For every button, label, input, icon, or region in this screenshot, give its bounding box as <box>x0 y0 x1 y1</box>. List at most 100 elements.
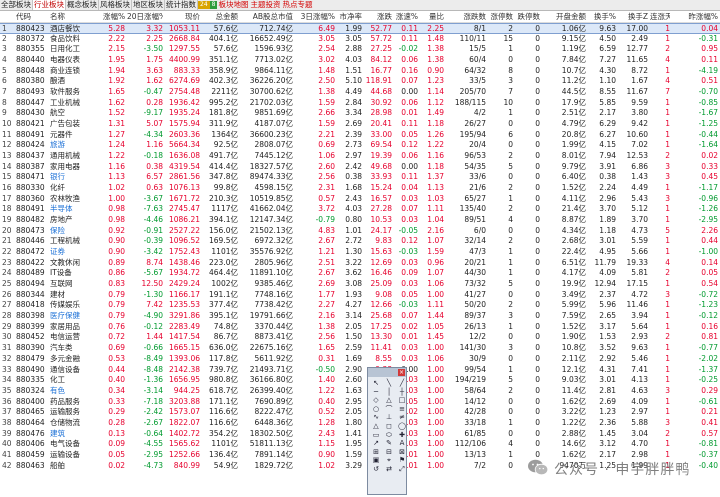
table-row[interactable]: 18 880491 半导体 0.98 -7.63 2745.47 1117亿 41662.04… <box>0 204 720 215</box>
table-row[interactable]: 34 880335 化工 0.40 -1.36 1656.95 980.8亿 36166.80… <box>0 375 720 386</box>
sector-name[interactable]: 银行 <box>50 172 102 183</box>
sector-name[interactable]: 房地产 <box>50 215 102 226</box>
col-header-limit-down[interactable]: 跌停数 <box>515 11 541 22</box>
col-header-open-amount[interactable]: 开盘金额 <box>542 11 586 22</box>
col-header-adv-decl[interactable]: 涨跌数 <box>446 11 487 22</box>
sector-name[interactable]: 有色 <box>50 386 102 397</box>
draw-tool-icon[interactable]: ⊞ <box>370 448 382 457</box>
tab-link-2[interactable]: 热点专题 <box>281 0 313 10</box>
col-header-market-cap[interactable]: AB股总市值 <box>239 11 293 22</box>
draw-tool-icon[interactable]: ┼ <box>396 388 408 397</box>
draw-tool-icon[interactable]: ╲ <box>383 379 395 388</box>
table-row[interactable]: 38 880464 仓储物流 0.28 -2.67 1822.07 116.6亿 6448.3… <box>0 418 720 429</box>
table-row[interactable]: 23 880422 文教休闲 0.89 8.74 1438.46 223.0亿 2805.96… <box>0 258 720 269</box>
draw-tool-icon[interactable]: ≡ <box>396 405 408 414</box>
col-header-turnover[interactable]: 换手% <box>588 11 616 22</box>
sector-name[interactable]: 电气设备 <box>50 439 102 450</box>
drawing-toolbox[interactable]: × ↖ ╲ ╱ ─ │ ┼ ◇ △ □ ○ ⌒ ≡ ∿ ⊥ ≠ △ ◻ ◯ ▭ ⬭ ✚ ↗ ✎ A ⊞ ⊟ ⊠ ▣ ⌖ ⚑ ↺ ⇄ ⤢ <box>367 367 407 495</box>
col-header-change-3d[interactable]: 3日涨幅% <box>295 11 335 22</box>
sector-name[interactable]: 家用电器 <box>50 162 102 173</box>
sector-name[interactable]: 航空 <box>50 108 102 119</box>
table-row[interactable]: 27 880418 传媒娱乐 0.79 7.42 1235.53 377.4亿 7738.42… <box>0 300 720 311</box>
toolbox-close-icon[interactable]: × <box>398 369 405 376</box>
table-row[interactable]: 8 880447 工业机械 1.62 0.28 1936.42 995.2亿 21702.03… <box>0 98 720 109</box>
table-row[interactable]: 5 880448 商业连锁 1.94 3.63 883.33 358.9亿 9864.11亿 1… <box>0 66 720 77</box>
draw-tool-icon[interactable]: ↗ <box>370 439 382 448</box>
table-row[interactable]: 17 880360 农林牧渔 1.00 -3.67 1671.72 210.3亿 10519.… <box>0 194 720 205</box>
draw-tool-icon[interactable]: ◻ <box>383 422 395 431</box>
table-row[interactable]: 3 880355 日用化工 2.15 -3.50 1297.55 57.6亿 1596.93亿… <box>0 44 720 55</box>
table-row[interactable]: 11 880491 元器件 1.27 -4.34 2603.36 1364亿 36600.23… <box>0 130 720 141</box>
sector-name[interactable]: 互联网 <box>50 279 102 290</box>
table-row[interactable]: 24 880489 IT设备 0.86 -5.67 1934.72 464.4亿 11891.… <box>0 268 720 279</box>
draw-tool-icon[interactable]: ⌖ <box>383 456 395 465</box>
tab-2[interactable]: 概念板块 <box>66 0 99 10</box>
sector-name[interactable]: 食品饮料 <box>50 34 102 45</box>
col-header-limit-up[interactable]: 涨停数 <box>488 11 514 22</box>
draw-tool-icon[interactable]: △ <box>370 422 382 431</box>
table-row[interactable]: 16 880330 化纤 1.02 0.63 1076.13 99.8亿 4598.15亿 2.… <box>0 183 720 194</box>
draw-tool-icon[interactable]: ⌒ <box>383 405 395 414</box>
table-row[interactable]: 39 880476 建筑 0.13 -0.64 1402.72 354.2亿 18302.50… <box>0 429 720 440</box>
table-row[interactable]: 2 880372 食品饮料 2.22 2.25 2668.84 404.1亿 16652.49… <box>0 34 720 45</box>
sector-name[interactable]: 半导体 <box>50 204 102 215</box>
col-header-vol-ratio[interactable]: 量比 <box>419 11 444 22</box>
table-row[interactable]: 19 880482 房地产 0.98 -4.46 1086.21 394.1亿 12147.3… <box>0 215 720 226</box>
col-header-price[interactable]: 现价 <box>165 11 200 22</box>
sector-name[interactable]: 多元金融 <box>50 354 102 365</box>
table-row[interactable]: 26 880344 建材 0.79 -1.30 1166.17 191.1亿 7748.16亿… <box>0 290 720 301</box>
tab-link-1[interactable]: 主题投资 <box>249 0 281 10</box>
sector-name[interactable]: 船舶 <box>50 461 102 472</box>
col-header-name[interactable]: 名称 <box>50 11 102 22</box>
draw-tool-icon[interactable]: ⇄ <box>383 465 395 474</box>
sector-name[interactable]: 元器件 <box>50 130 102 141</box>
sector-name[interactable]: 工业机械 <box>50 98 102 109</box>
tab-3[interactable]: 风格板块 <box>99 0 132 10</box>
sector-name[interactable]: 运输服务 <box>50 407 102 418</box>
table-row[interactable]: 36 880400 药品服务 0.33 -7.18 3203.88 171.1亿 7690.8… <box>0 397 720 408</box>
draw-tool-icon[interactable]: ╱ <box>396 379 408 388</box>
sector-name[interactable]: 商业连锁 <box>50 66 102 77</box>
sector-name[interactable]: 酿酒 <box>50 76 102 87</box>
sector-name[interactable]: 广告包装 <box>50 119 102 130</box>
sector-name[interactable]: 旅游 <box>50 140 102 151</box>
table-row[interactable]: 32 880479 多元金融 0.53 -8.49 1393.06 117.8亿 5611.9… <box>0 354 720 365</box>
draw-tool-icon[interactable]: A <box>396 439 408 448</box>
sector-name[interactable]: IT设备 <box>50 268 102 279</box>
table-row[interactable]: 4 880440 电器仪表 1.95 1.75 4400.99 351.1亿 7713.02亿… <box>0 55 720 66</box>
table-row[interactable]: 7 880493 软件服务 1.65 -0.47 2754.48 2211亿 30700.62… <box>0 87 720 98</box>
draw-tool-icon[interactable]: ◯ <box>396 422 408 431</box>
draw-tool-icon[interactable]: ✎ <box>383 439 395 448</box>
table-row[interactable]: 33 880490 通信设备 0.44 -8.48 2142.38 739.7亿 21493.… <box>0 365 720 376</box>
draw-tool-icon[interactable]: ↺ <box>370 465 382 474</box>
sector-name[interactable]: 电器仪表 <box>50 55 102 66</box>
sector-name[interactable]: 保险 <box>50 226 102 237</box>
sector-name[interactable]: 建材 <box>50 290 102 301</box>
sector-name[interactable]: 建筑 <box>50 429 102 440</box>
draw-tool-icon[interactable]: ≠ <box>396 413 408 422</box>
sector-name[interactable]: 运输设备 <box>50 450 102 461</box>
col-header-prev-change[interactable]: 昨涨幅% <box>672 11 718 22</box>
col-header-pb[interactable]: 市净率 <box>337 11 363 22</box>
table-row[interactable]: 28 880398 医疗保健 0.79 -4.90 3291.86 395.1亿 19791.… <box>0 311 720 322</box>
draw-tool-icon[interactable]: ▭ <box>370 431 382 440</box>
sector-name[interactable]: 证券 <box>50 247 102 258</box>
col-header-turnover-z[interactable]: 换手Z <box>618 11 648 22</box>
table-row[interactable]: 31 880390 汽车类 0.69 -0.66 1665.15 636.0亿 22675.1… <box>0 343 720 354</box>
table-row[interactable]: 35 880324 有色 0.34 -3.14 944.25 618.7亿 26399.40亿… <box>0 386 720 397</box>
sector-name[interactable]: 日用化工 <box>50 44 102 55</box>
draw-tool-icon[interactable]: △ <box>383 396 395 405</box>
sector-name[interactable]: 文教休闲 <box>50 258 102 269</box>
draw-tool-icon[interactable]: ↖ <box>370 379 382 388</box>
table-row[interactable]: 37 880465 运输服务 0.29 -2.42 1573.07 116.6亿 8222.4… <box>0 407 720 418</box>
tab-0[interactable]: 全部板块 <box>0 0 33 10</box>
table-row[interactable]: 25 880494 互联网 0.83 12.50 2429.24 1002亿 9385.46亿… <box>0 279 720 290</box>
sector-name[interactable]: 化工 <box>50 375 102 386</box>
table-row[interactable]: 30 880452 电信运营 0.72 1.44 1417.54 86.7亿 8873.41亿… <box>0 332 720 343</box>
tab-1[interactable]: 行业板块 <box>33 0 66 10</box>
table-row[interactable]: 21 880446 工程机械 0.90 -0.39 1096.52 169.5亿 6972.3… <box>0 236 720 247</box>
table-row[interactable]: 14 880387 家用电器 1.16 0.38 4319.54 414.4亿 18327.5… <box>0 162 720 173</box>
draw-tool-icon[interactable]: ○ <box>370 405 382 414</box>
table-row[interactable]: 13 880437 通用机械 1.22 -0.18 1636.08 491.7亿 7445.1… <box>0 151 720 162</box>
draw-tool-icon[interactable]: ▣ <box>370 456 382 465</box>
